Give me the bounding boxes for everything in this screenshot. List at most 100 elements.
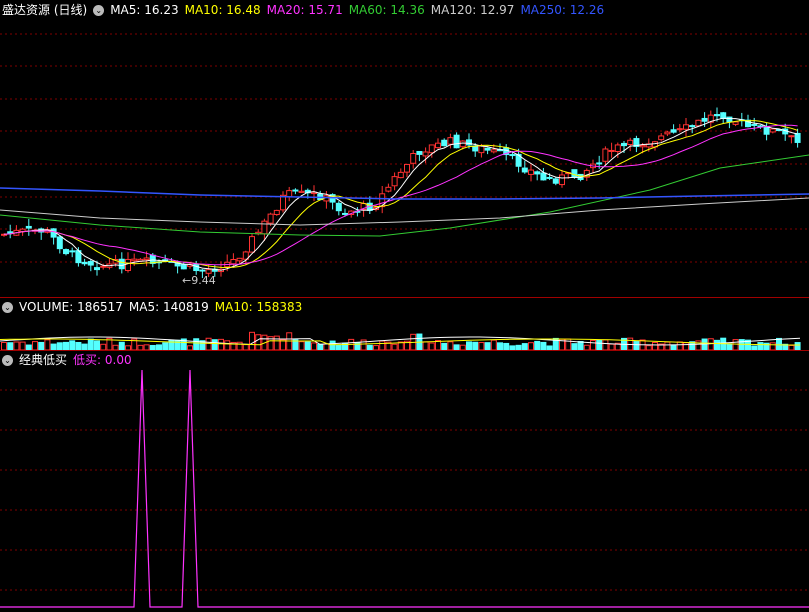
candle-body [379, 193, 386, 208]
volume-bar [714, 339, 720, 350]
volume-ma10-label: MA10: 158383 [214, 300, 303, 314]
candle-body [447, 137, 454, 145]
volume-bar [590, 339, 596, 350]
chevron-down-icon[interactable]: ⌄ [2, 301, 13, 313]
volume-bar [211, 339, 218, 350]
candle-body [397, 171, 404, 179]
indicator-panel[interactable]: ⌄ 经典低买 低买: 0.00 [0, 350, 809, 612]
candle-body [701, 117, 708, 122]
candle-body [695, 119, 702, 127]
volume-label: VOLUME: 186517 [19, 300, 123, 314]
candle-body [559, 174, 565, 186]
ma250-label: MA250: 12.26 [520, 3, 605, 17]
candle-body [435, 142, 441, 149]
candle-body [521, 167, 528, 173]
candle-body [391, 176, 398, 187]
volume-panel[interactable]: ⌄ VOLUME: 186517 MA5: 140819 MA10: 15838… [0, 297, 809, 350]
volume-bar [701, 338, 708, 350]
candle-body [404, 163, 410, 173]
main-header: 盛达资源 (日线) ⌄ MA5: 16.23 MA10: 16.48 MA20:… [2, 2, 610, 18]
candle-body [490, 149, 497, 153]
candle-body [714, 114, 720, 117]
candle-body [131, 258, 138, 262]
low-annotation-value: 9.44 [191, 274, 216, 287]
volume-bar [683, 342, 689, 350]
candle-body [416, 151, 423, 155]
volume-bar [652, 341, 658, 350]
chevron-down-icon[interactable]: ⌄ [2, 354, 13, 366]
candle-body [273, 209, 280, 216]
ma5-line [3, 117, 798, 271]
candle-body [422, 151, 429, 157]
indicator-chart[interactable] [0, 350, 809, 612]
candle-body [732, 121, 739, 125]
volume-bar [13, 341, 20, 350]
volume-bar [422, 341, 429, 350]
candle-body [56, 236, 63, 250]
volume-bar [633, 341, 640, 350]
candle-body [720, 112, 727, 119]
ma20-line [3, 124, 798, 266]
candle-body [125, 258, 131, 271]
volume-bar [776, 337, 782, 350]
ma10-label: MA10: 16.48 [184, 3, 261, 17]
candle-body [726, 116, 733, 123]
candle-body [428, 144, 435, 154]
candle-body [602, 148, 609, 162]
candle-body [143, 257, 150, 261]
candle-body [180, 264, 187, 270]
volume-bar [168, 339, 175, 350]
candle-body [298, 190, 305, 193]
candle-body [639, 144, 646, 148]
ma10-line [3, 119, 798, 269]
volume-bar [311, 342, 317, 350]
candle-body [534, 171, 541, 175]
candle-body [63, 249, 69, 255]
arrow-left-icon: ← [182, 274, 192, 287]
candle-body [410, 152, 417, 164]
candlestick-panel[interactable]: 盛达资源 (日线) ⌄ MA5: 16.23 MA10: 16.48 MA20:… [0, 0, 809, 297]
volume-bar [32, 341, 38, 350]
candle-body [453, 134, 460, 149]
ma5-label: MA5: 16.23 [110, 3, 179, 17]
volume-bar [379, 340, 386, 350]
candle-body [664, 131, 671, 135]
candle-body [236, 257, 243, 262]
volume-bar [732, 339, 739, 350]
ma60-label: MA60: 14.36 [348, 3, 425, 17]
volume-bar [441, 342, 448, 350]
volume-bar [224, 340, 231, 350]
volume-bar [249, 331, 255, 350]
volume-bar [69, 340, 76, 350]
candle-body [552, 178, 559, 184]
volume-bar [484, 342, 491, 350]
candle-body [94, 267, 100, 271]
candle-body [441, 139, 448, 147]
volume-ma5-label: MA5: 140819 [128, 300, 209, 314]
volume-bar [87, 338, 94, 350]
volume-bar [428, 342, 435, 350]
candle-body [385, 186, 392, 192]
volume-bar [118, 341, 125, 350]
volume-bar [38, 341, 45, 350]
candle-body [627, 139, 634, 146]
candle-body [608, 149, 615, 152]
candle-body [199, 269, 206, 272]
candle-body [478, 145, 485, 154]
candle-body [25, 225, 32, 229]
candle-body [614, 144, 621, 152]
volume-bar [162, 342, 169, 350]
volume-bar [94, 340, 100, 350]
volume-bar [534, 340, 541, 350]
volume-bar [757, 342, 764, 350]
candle-body [261, 220, 268, 235]
volume-bar [596, 339, 603, 350]
volume-bar [1, 341, 7, 350]
volume-bar [738, 339, 745, 350]
candle-body [280, 194, 286, 211]
volume-bar [664, 341, 671, 350]
ma120-line [0, 197, 809, 226]
chevron-down-icon[interactable]: ⌄ [93, 4, 105, 16]
price-chart[interactable] [0, 0, 809, 297]
candle-body [286, 190, 293, 198]
